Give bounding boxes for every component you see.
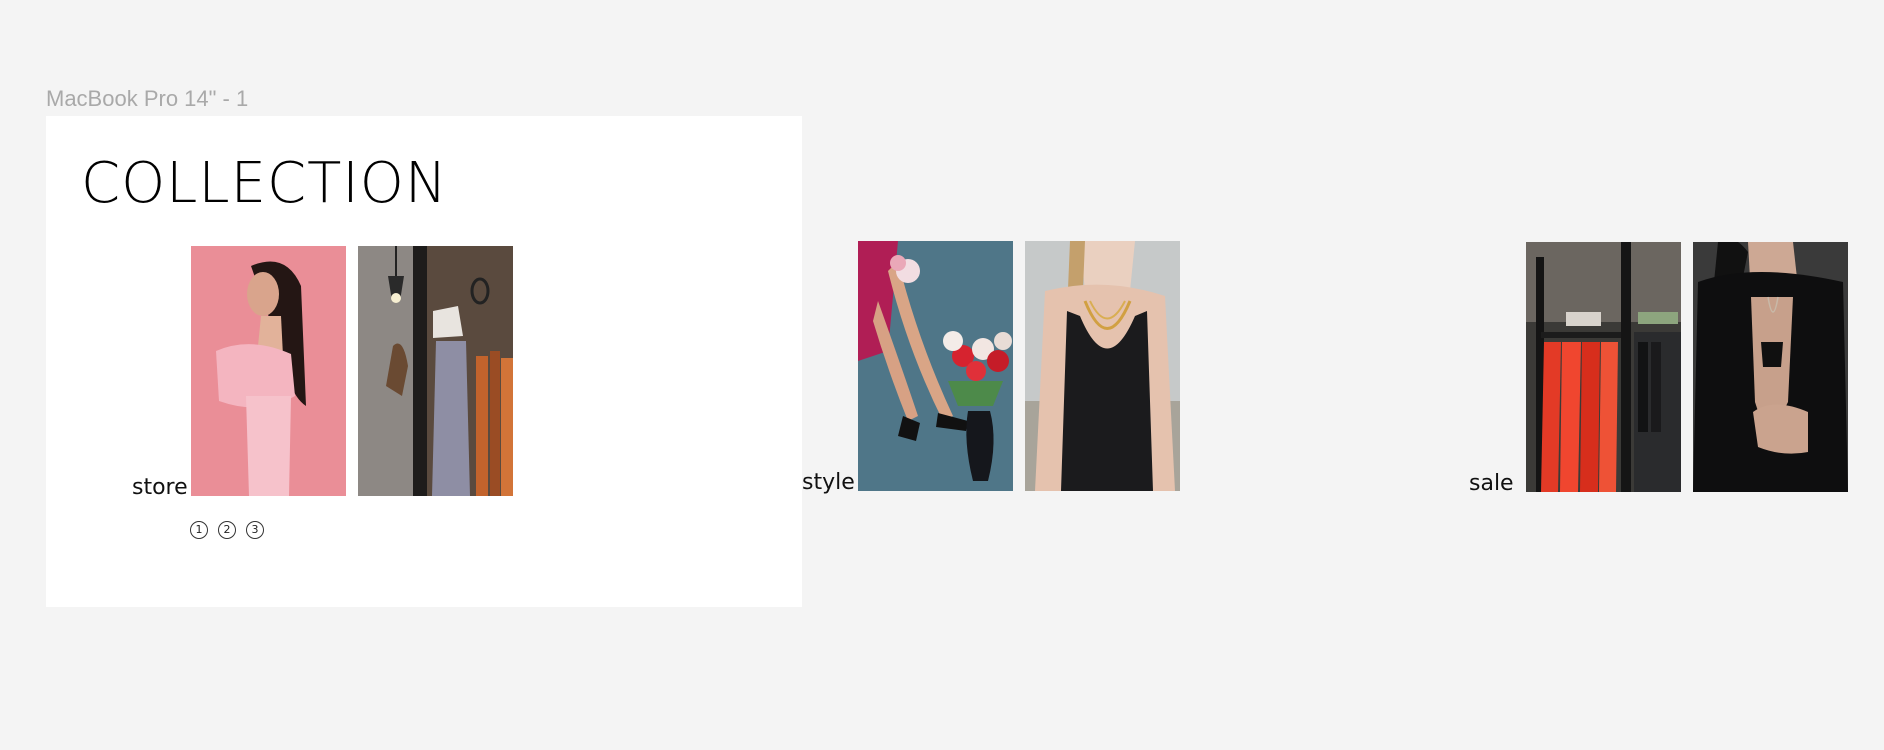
section-label-sale[interactable]: sale (1469, 471, 1514, 497)
style-photo-heels-roses[interactable] (858, 241, 1013, 491)
page-3-button[interactable]: 3 (246, 521, 264, 539)
frame-label: MacBook Pro 14" - 1 (46, 86, 249, 111)
sale-photo-red-rack[interactable] (1526, 242, 1681, 492)
pagination: 1 2 3 (190, 521, 264, 539)
page-1-button[interactable]: 1 (190, 521, 208, 539)
page-title: COLLECTION (81, 151, 448, 216)
store-photo-pink-dress[interactable] (191, 246, 346, 496)
sale-photo-black-blazer[interactable] (1693, 242, 1848, 492)
style-photo-black-top[interactable] (1025, 241, 1180, 491)
page-2-button[interactable]: 2 (218, 521, 236, 539)
store-photo-boutique[interactable] (358, 246, 513, 496)
section-label-style[interactable]: style (802, 470, 855, 496)
section-label-store[interactable]: store (132, 475, 188, 501)
